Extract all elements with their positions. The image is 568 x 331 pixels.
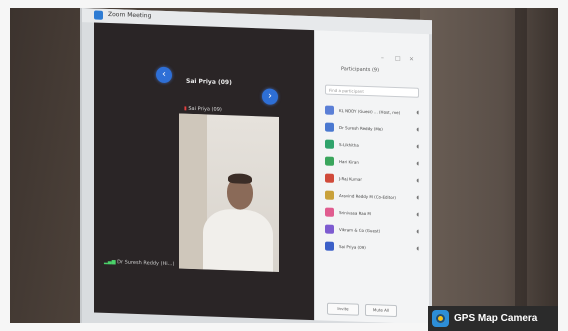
projection-photo: Zoom Meeting ‹ › Sai Priya (09) ▮ Sai Pr…: [10, 8, 558, 323]
participant-name: Dr Suresh Reddy (Me): [339, 125, 383, 132]
participant-name: Aravind Reddy M (Co-Editor): [339, 193, 396, 201]
participant-name: Srinivasa Rao M: [339, 210, 371, 217]
panel-footer: Invite Mute All: [325, 302, 421, 318]
mic-icon: ◖: [416, 228, 419, 235]
mic-icon: ◖: [416, 194, 419, 201]
participant-avatar: [325, 173, 334, 183]
window-title: Zoom Meeting: [108, 10, 152, 20]
mute-all-button[interactable]: Mute All: [365, 303, 397, 318]
maximize-icon[interactable]: □: [395, 55, 401, 62]
participants-panel: – □ × Participants (9) Find a participan…: [315, 30, 429, 323]
participant-avatar: [325, 105, 334, 115]
mic-icon: ◖: [416, 109, 419, 116]
participant-avatar: [325, 156, 334, 166]
video-area: ‹ › Sai Priya (09) ▮ Sai Priya (09) ▂▄▆ …: [94, 22, 314, 321]
gps-watermark-text: GPS Map Camera: [454, 313, 538, 324]
projected-zoom-window: Zoom Meeting ‹ › Sai Priya (09) ▮ Sai Pr…: [80, 8, 432, 323]
person-hair: [228, 173, 252, 185]
invite-button[interactable]: Invite: [327, 302, 359, 316]
participant-avatar: [325, 122, 334, 132]
speaker-label: ▮ Sai Priya (09): [184, 106, 222, 113]
participant-name: Hari Kiran: [339, 159, 359, 165]
mic-icon: ◖: [416, 143, 419, 150]
participant-name: J-Raj Kumar: [339, 176, 362, 182]
wall-shadow: [515, 8, 527, 323]
participant-avatar: [325, 139, 334, 149]
mic-icon: ◖: [416, 177, 419, 184]
minimize-icon[interactable]: –: [381, 55, 384, 62]
gps-watermark: GPS Map Camera: [428, 306, 558, 331]
wall: [420, 8, 558, 323]
zoom-icon: [94, 10, 103, 20]
participant-list: KL NDDY (Guest) ... (Host, me) ◖ Dr Suresh…: [323, 102, 423, 258]
participant-row[interactable]: Sai Priya (09) ◖: [323, 238, 423, 258]
next-page-button[interactable]: ›: [262, 88, 278, 105]
mic-icon: ◖: [416, 211, 419, 218]
video-caption: ▂▄▆ Dr Suresh Reddy (Hi...): [104, 259, 174, 267]
mic-icon: ◖: [416, 245, 419, 252]
participant-name: KL NDDY (Guest) ... (Host, me): [339, 108, 401, 116]
mic-muted-icon: ▮: [184, 105, 187, 112]
signal-icon: ▂▄▆: [104, 258, 116, 266]
participant-avatar: [325, 190, 334, 200]
participant-name: Sai Priya (09): [339, 244, 366, 250]
participant-name: S-Likhitha: [339, 142, 359, 148]
participants-title: Participants (9): [341, 66, 380, 74]
search-input[interactable]: Find a participant: [325, 84, 419, 98]
participant-avatar: [325, 224, 334, 234]
participant-name: Vikram & Co (Guest): [339, 227, 381, 234]
participant-avatar: [325, 241, 334, 251]
mic-icon: ◖: [416, 160, 419, 167]
participant-video[interactable]: [179, 113, 279, 272]
close-icon[interactable]: ×: [409, 55, 414, 62]
mic-icon: ◖: [416, 126, 419, 133]
caption-text: Dr Suresh Reddy (Hi...): [117, 259, 175, 268]
participant-avatar: [325, 207, 334, 217]
person-body: [203, 208, 273, 272]
gps-logo-icon: [432, 310, 449, 327]
speaker-sub: Sai Priya (09): [188, 105, 222, 113]
prev-page-button[interactable]: ‹: [156, 66, 172, 84]
speaker-title: Sai Priya (09): [186, 77, 232, 87]
